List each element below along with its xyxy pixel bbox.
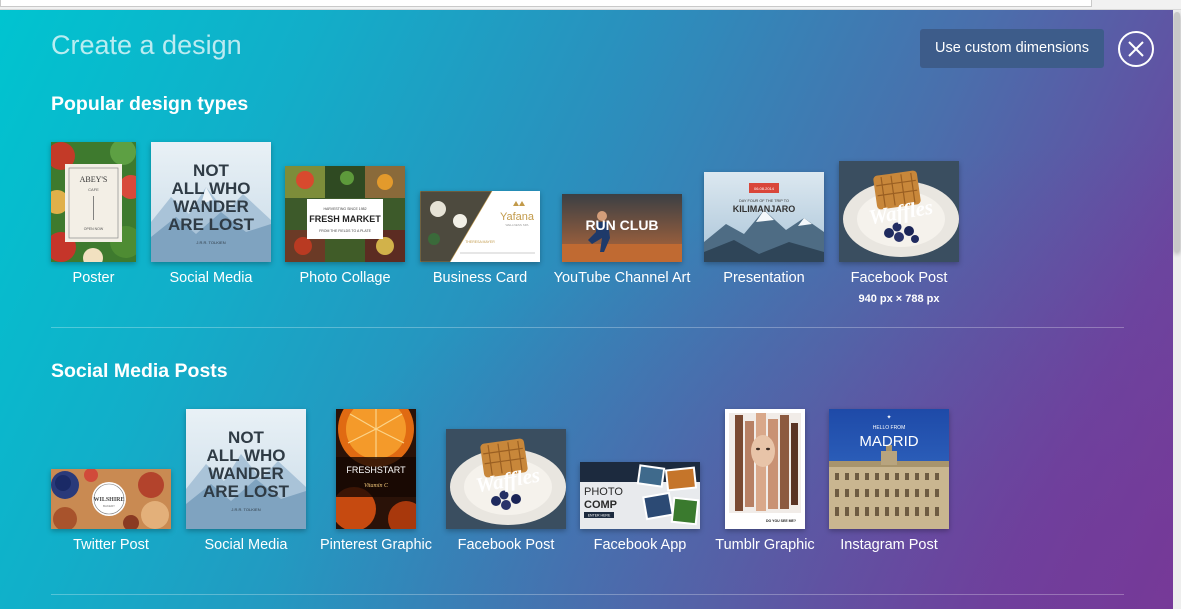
svg-text:✦: ✦ — [886, 414, 891, 421]
create-design-modal: Create a design Use custom dimensions Po… — [0, 10, 1173, 609]
social-thumb-line3: WANDER — [173, 197, 249, 216]
instagram-thumb-line2: MADRID — [859, 433, 918, 450]
app-thumb-line1: PHOTO — [584, 486, 623, 498]
social-post-thumb-author: J.R.R. TOLKIEN — [231, 507, 260, 512]
instagram-post-thumbnail[interactable]: ✦ HELLO FROM MADRID — [829, 409, 949, 529]
poster-thumb-line1: ABEY'S — [80, 175, 108, 184]
section-divider — [51, 327, 1124, 328]
social-media-thumbnail[interactable]: NOT ALL WHO WANDER ARE LOST J.R.R. TOLKI… — [151, 142, 271, 262]
social-post-thumb-line2: ALL WHO — [206, 446, 285, 465]
facebook-post-thumbnail[interactable]: Waffles — [839, 161, 959, 262]
collage-thumb-line1: FRESH MARKET — [309, 214, 381, 224]
social-media-post-label[interactable]: Social Media — [186, 537, 306, 553]
facebook-post-dimensions: 940 px × 788 px — [858, 293, 940, 305]
collage-thumb-line3: FROM THE FIELDS TO A PLATE — [319, 229, 372, 233]
poster-thumbnail[interactable]: ABEY'S CAFE OPEN NOW — [51, 142, 136, 262]
section-divider-bottom — [51, 594, 1124, 595]
business-card-thumbnail[interactable]: Yafana WELLNESS SPA THERESA MAYER — [420, 191, 540, 262]
social-media-post-thumbnail[interactable]: NOT ALL WHO WANDER ARE LOST J.R.R. TOLKI… — [186, 409, 306, 529]
social-thumb-line1: NOT — [193, 161, 230, 180]
youtube-channel-art-label[interactable]: YouTube Channel Art — [552, 270, 692, 286]
twitter-post-label[interactable]: Twitter Post — [51, 537, 171, 553]
card-thumb-tag: WELLNESS SPA — [506, 223, 529, 227]
pinterest-thumb-sub: Vitamin C — [364, 483, 389, 489]
facebook-app-label[interactable]: Facebook App — [580, 537, 700, 553]
twitter-post-thumbnail[interactable]: WILSHIRE BAKERY — [51, 469, 171, 529]
app-thumb-line2: COMP — [584, 499, 617, 511]
collage-thumb-line2: HARVESTING SINCE 1982 — [323, 207, 366, 211]
presentation-label[interactable]: Presentation — [704, 270, 824, 286]
close-icon — [1128, 41, 1144, 57]
close-button[interactable] — [1118, 31, 1154, 67]
page-scrollbar[interactable] — [1173, 10, 1181, 609]
use-custom-dimensions-button[interactable]: Use custom dimensions — [920, 29, 1104, 68]
photo-collage-thumbnail[interactable]: HARVESTING SINCE 1982 FRESH MARKET FROM … — [285, 166, 405, 262]
modal-title: Create a design — [51, 30, 242, 60]
youtube-thumb-title: RUN CLUB — [585, 217, 658, 233]
presentation-thumb-badge: 06.08.2014 — [754, 186, 775, 191]
url-field[interactable] — [0, 0, 1092, 7]
social-thumb-line2: ALL WHO — [171, 179, 250, 198]
poster-thumb-line2: CAFE — [88, 187, 99, 192]
browser-address-bar — [0, 0, 1181, 10]
facebook-post-label[interactable]: Facebook Post — [839, 270, 959, 286]
section-title-social-media-posts: Social Media Posts — [51, 360, 228, 382]
business-card-label[interactable]: Business Card — [420, 270, 540, 286]
card-thumb-brand: Yafana — [500, 211, 535, 223]
app-thumb-cta: ENTER HERE — [588, 514, 611, 518]
facebook-post-social-label[interactable]: Facebook Post — [446, 537, 566, 553]
facebook-post-social-thumbnail[interactable]: Waffles — [446, 429, 566, 529]
section-title-popular: Popular design types — [51, 93, 249, 115]
photo-collage-label[interactable]: Photo Collage — [285, 270, 405, 286]
pinterest-graphic-thumbnail[interactable]: FRESHSTART Vitamin C — [336, 409, 416, 529]
presentation-thumbnail[interactable]: 06.08.2014 DAY FOUR OF THE TRIP TO KILIM… — [704, 172, 824, 262]
twitter-thumb-title: WILSHIRE — [93, 497, 124, 503]
social-post-thumb-line1: NOT — [228, 428, 265, 447]
pinterest-thumb-title: FRESHSTART — [346, 465, 406, 475]
social-thumb-line4: ARE LOST — [168, 215, 255, 234]
tumblr-thumb-caption: DO YOU SEE ME? — [766, 519, 796, 523]
social-thumb-author: J.R.R. TOLKIEN — [196, 240, 225, 245]
twitter-thumb-sub: BAKERY — [103, 504, 115, 508]
instagram-thumb-line1: HELLO FROM — [873, 425, 906, 431]
presentation-thumb-line1: DAY FOUR OF THE TRIP TO — [739, 199, 789, 203]
presentation-thumb-line2: KILIMANJARO — [733, 204, 796, 214]
social-post-thumb-line4: ARE LOST — [203, 482, 290, 501]
pinterest-graphic-label[interactable]: Pinterest Graphic — [316, 537, 436, 553]
poster-thumb-line3: OPEN NOW — [84, 227, 104, 231]
facebook-app-thumbnail[interactable]: PHOTO COMP ENTER HERE — [580, 462, 700, 529]
social-post-thumb-line3: WANDER — [208, 464, 284, 483]
social-media-label[interactable]: Social Media — [151, 270, 271, 286]
instagram-post-label[interactable]: Instagram Post — [829, 537, 949, 553]
youtube-channel-art-thumbnail[interactable]: RUN CLUB — [562, 194, 682, 262]
scrollbar-thumb[interactable] — [1174, 12, 1180, 252]
card-thumb-name: THERESA MAYER — [465, 240, 495, 244]
tumblr-graphic-thumbnail[interactable]: DO YOU SEE ME? — [725, 409, 805, 529]
poster-label[interactable]: Poster — [51, 270, 136, 286]
tumblr-graphic-label[interactable]: Tumblr Graphic — [705, 537, 825, 553]
